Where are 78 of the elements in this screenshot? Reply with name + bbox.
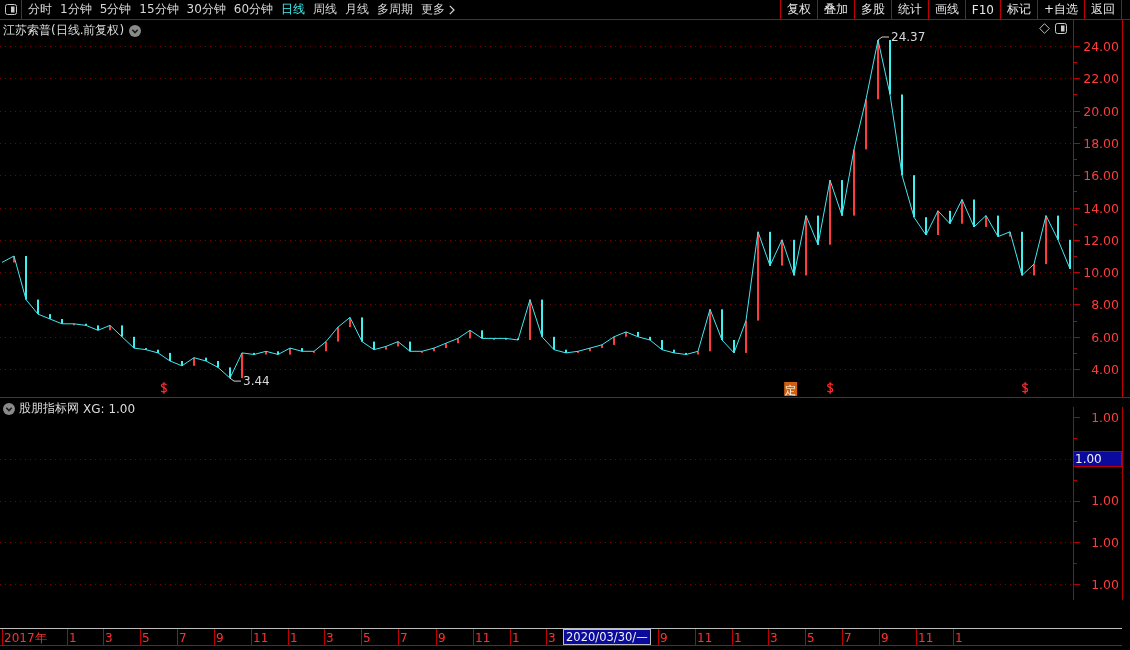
panel-icon[interactable] [4, 4, 17, 15]
axis-label: 11 [918, 630, 934, 645]
toolbar-button[interactable]: 返回 [1085, 0, 1122, 19]
axis-label: 12.00 [1083, 233, 1119, 248]
axis-label: 6.00 [1091, 330, 1119, 345]
signal-badge: 定 [784, 382, 798, 397]
axis-label: 3 [105, 630, 113, 645]
leader-line [229, 377, 242, 382]
axis-label: 4.00 [1091, 362, 1119, 377]
axis-label: 1.00 [1091, 409, 1119, 425]
leader-line [877, 36, 890, 41]
axis-label: 16.00 [1083, 168, 1119, 183]
axis-label: 7 [179, 630, 187, 645]
toolbar-button[interactable]: F10 [965, 0, 1001, 19]
toolbar-button[interactable]: 画线 [928, 0, 966, 19]
axis-label: 2017年 [4, 630, 47, 645]
axis-label: 11 [475, 630, 491, 645]
axis-label: 1.00 [1091, 534, 1119, 550]
indicator-reading: XG: 1.00 [83, 401, 136, 416]
axis-label: 5 [142, 630, 150, 645]
axis-label: 20.00 [1083, 104, 1119, 119]
price-label: 3.44 [243, 374, 270, 389]
axis-label: 1 [512, 630, 520, 645]
period-tab[interactable]: 15分钟 [135, 0, 183, 19]
toolbar-button[interactable]: 多股 [854, 0, 892, 19]
period-tab[interactable]: 60分钟 [229, 0, 278, 19]
cursor-date-label: 2020/03/30/— [563, 629, 651, 645]
toolbar-button[interactable]: 统计 [891, 0, 929, 19]
toolbar-button[interactable]: 叠加 [817, 0, 855, 19]
toolbar-button[interactable]: 复权 [780, 0, 818, 19]
dropdown-circle-icon[interactable] [129, 24, 142, 37]
period-tab[interactable]: 5分钟 [95, 0, 136, 19]
toolbar-button[interactable]: +自选 [1037, 0, 1085, 19]
period-tab[interactable]: 多周期 [373, 0, 418, 19]
axis-label: 10.00 [1083, 265, 1119, 280]
period-tab[interactable]: 周线 [309, 0, 342, 19]
period-tab[interactable]: 更多 [417, 0, 460, 19]
period-tab[interactable]: 日线 [277, 0, 310, 19]
dollar-icon [160, 381, 168, 395]
axis-label: 7 [844, 630, 852, 645]
price-label: 24.37 [891, 30, 926, 44]
dollar-icon [1021, 381, 1029, 395]
axis-label: 24.00 [1083, 39, 1119, 54]
axis-label: 1 [290, 630, 298, 645]
period-tab[interactable]: 1分钟 [56, 0, 96, 19]
axis-label: 9 [438, 630, 446, 645]
chart-title: 江苏索普(日线.前复权) [3, 22, 125, 39]
axis-label: 1.00 [1091, 493, 1119, 508]
period-tab[interactable]: 分时 [24, 0, 56, 19]
dollar-icon [826, 381, 834, 395]
axis-label: 9 [216, 630, 224, 645]
period-tab[interactable]: 30分钟 [182, 0, 230, 19]
axis-label: 7 [400, 630, 408, 645]
cursor-value-label: 1.00 [1073, 450, 1122, 467]
axis-label: 11 [253, 630, 269, 645]
axis-label: 5 [807, 630, 815, 645]
axis-label: 1 [734, 630, 742, 645]
axis-label: 8.00 [1091, 297, 1119, 312]
period-tab[interactable]: 月线 [341, 0, 374, 19]
axis-label: 3 [326, 630, 334, 645]
axis-label: 3 [548, 630, 556, 645]
diamond-icon[interactable] [1039, 23, 1050, 34]
axis-label: 1 [955, 630, 963, 645]
dropdown-circle-icon[interactable] [3, 402, 15, 415]
axis-label: 9 [660, 630, 668, 645]
axis-label: 3 [770, 630, 778, 645]
axis-label: 1 [69, 630, 77, 645]
indicator-title: 股朋指标网 [19, 400, 79, 417]
axis-label: 5 [363, 630, 371, 645]
panel-icon[interactable] [1055, 23, 1067, 34]
axis-label: 14.00 [1083, 201, 1119, 216]
toolbar-button[interactable]: 标记 [1000, 0, 1038, 19]
axis-label: 22.00 [1083, 71, 1119, 86]
chevron-right-icon[interactable] [449, 4, 456, 15]
axis-label: 18.00 [1083, 136, 1119, 151]
axis-label: 11 [697, 630, 713, 645]
axis-label: 1.00 [1091, 576, 1119, 592]
axis-label: 9 [881, 630, 889, 645]
